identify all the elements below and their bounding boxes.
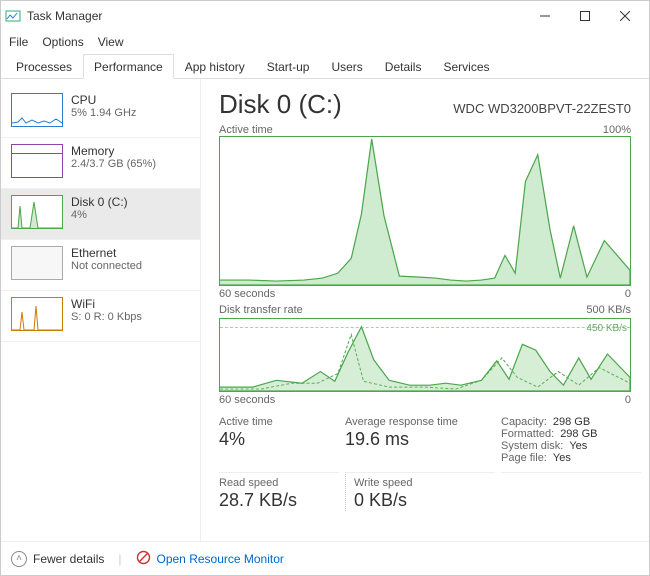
menu-options[interactable]: Options xyxy=(42,35,83,49)
main-panel: Disk 0 (C:) WDC WD3200BPVT-22ZEST0 Activ… xyxy=(201,79,649,541)
stat-avg-value: 19.6 ms xyxy=(345,429,495,450)
transfer-rate-max: 500 KB/s xyxy=(586,304,631,316)
fewer-details-label: Fewer details xyxy=(33,552,104,566)
resource-monitor-icon xyxy=(136,550,151,568)
pagefile-label: Page file: xyxy=(501,452,547,464)
sidebar-item-wifi[interactable]: WiFi S: 0 R: 0 Kbps xyxy=(1,291,200,342)
chevron-up-icon: ˄ xyxy=(11,551,27,567)
axis-right-2: 0 xyxy=(625,394,631,406)
footer: ˄ Fewer details | Open Resource Monitor xyxy=(1,541,649,575)
formatted-value: 298 GB xyxy=(560,428,597,440)
stat-read-value: 28.7 KB/s xyxy=(219,490,339,511)
transfer-rate-label: Disk transfer rate xyxy=(219,304,303,316)
sidebar-item-cpu[interactable]: CPU 5% 1.94 GHz xyxy=(1,87,200,138)
capacity-value: 298 GB xyxy=(553,416,590,428)
window-title: Task Manager xyxy=(27,9,525,23)
sidebar-eth-title: Ethernet xyxy=(71,246,142,260)
tab-app-history[interactable]: App history xyxy=(174,54,256,78)
disk-thumb-icon xyxy=(11,195,63,229)
sidebar-disk-title: Disk 0 (C:) xyxy=(71,195,128,209)
memory-thumb-icon xyxy=(11,144,63,178)
stat-write-label: Write speed xyxy=(354,477,495,489)
tab-users[interactable]: Users xyxy=(320,54,373,78)
axis-right: 0 xyxy=(625,288,631,300)
tab-details[interactable]: Details xyxy=(374,54,433,78)
sysdisk-value: Yes xyxy=(569,440,587,452)
wifi-thumb-icon xyxy=(11,297,63,331)
sidebar-item-ethernet[interactable]: Ethernet Not connected xyxy=(1,240,200,291)
axis-left-2: 60 seconds xyxy=(219,394,275,406)
active-time-label: Active time xyxy=(219,124,273,136)
sidebar-item-disk[interactable]: Disk 0 (C:) 4% xyxy=(1,189,200,240)
open-resource-monitor-link[interactable]: Open Resource Monitor xyxy=(136,550,284,568)
stat-active-label: Active time xyxy=(219,416,339,428)
tabbar: Processes Performance App history Start-… xyxy=(1,53,649,79)
stat-write-value: 0 KB/s xyxy=(354,490,495,511)
sidebar-memory-title: Memory xyxy=(71,144,156,158)
ethernet-thumb-icon xyxy=(11,246,63,280)
stat-read-label: Read speed xyxy=(219,477,339,489)
menubar: File Options View xyxy=(1,31,649,53)
capacity-label: Capacity: xyxy=(501,416,547,428)
formatted-label: Formatted: xyxy=(501,428,554,440)
sidebar: CPU 5% 1.94 GHz Memory 2.4/3.7 GB (65%) … xyxy=(1,79,201,541)
tab-processes[interactable]: Processes xyxy=(5,54,83,78)
sysdisk-label: System disk: xyxy=(501,440,563,452)
stat-active-value: 4% xyxy=(219,429,339,450)
menu-view[interactable]: View xyxy=(98,35,124,49)
sidebar-disk-sub: 4% xyxy=(71,209,128,221)
pagefile-value: Yes xyxy=(553,452,571,464)
sidebar-wifi-sub: S: 0 R: 0 Kbps xyxy=(71,311,142,323)
tab-services[interactable]: Services xyxy=(432,54,500,78)
sidebar-wifi-title: WiFi xyxy=(71,297,142,311)
active-time-max: 100% xyxy=(603,124,631,136)
close-button[interactable] xyxy=(605,2,645,30)
stats-grid: Active time 4% Average response time 19.… xyxy=(219,416,631,511)
axis-left: 60 seconds xyxy=(219,288,275,300)
transfer-rate-chart: 450 KB/s xyxy=(219,318,631,392)
titlebar[interactable]: Task Manager xyxy=(1,1,649,31)
sidebar-cpu-title: CPU xyxy=(71,93,136,107)
task-manager-window: Task Manager File Options View Processes… xyxy=(0,0,650,576)
minimize-button[interactable] xyxy=(525,2,565,30)
sidebar-eth-sub: Not connected xyxy=(71,260,142,272)
app-icon xyxy=(5,8,21,24)
disk-model: WDC WD3200BPVT-22ZEST0 xyxy=(453,101,631,116)
tab-performance[interactable]: Performance xyxy=(83,54,174,79)
open-resource-monitor-label: Open Resource Monitor xyxy=(157,552,284,566)
menu-file[interactable]: File xyxy=(9,35,28,49)
sidebar-cpu-sub: 5% 1.94 GHz xyxy=(71,107,136,119)
stat-avg-label: Average response time xyxy=(345,416,495,428)
active-time-chart xyxy=(219,136,631,286)
tab-startup[interactable]: Start-up xyxy=(256,54,321,78)
cpu-thumb-icon xyxy=(11,93,63,127)
sidebar-memory-sub: 2.4/3.7 GB (65%) xyxy=(71,158,156,170)
page-title: Disk 0 (C:) xyxy=(219,89,342,120)
maximize-button[interactable] xyxy=(565,2,605,30)
fewer-details-button[interactable]: ˄ Fewer details xyxy=(11,551,104,567)
sidebar-item-memory[interactable]: Memory 2.4/3.7 GB (65%) xyxy=(1,138,200,189)
